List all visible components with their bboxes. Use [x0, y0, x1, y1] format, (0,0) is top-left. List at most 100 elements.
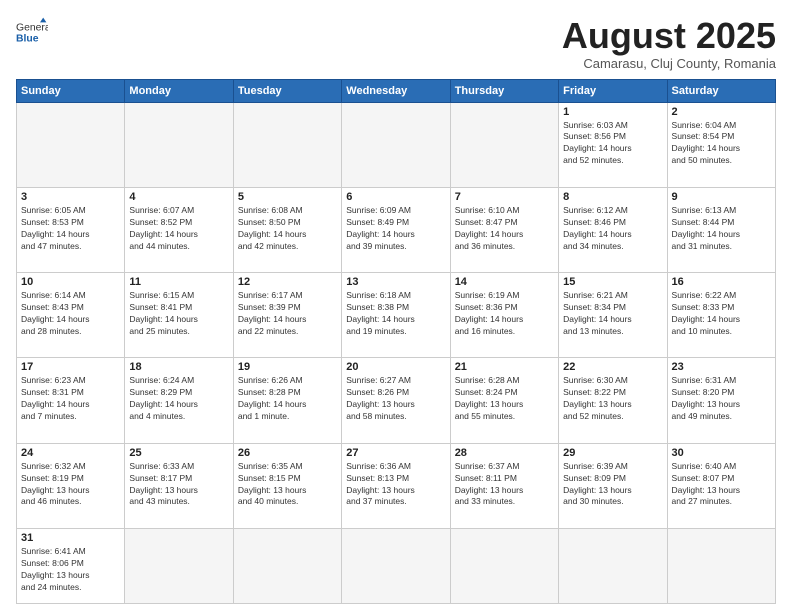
day-info: Sunrise: 6:39 AM Sunset: 8:09 PM Dayligh…	[563, 461, 662, 509]
calendar-cell: 29 Sunrise: 6:39 AM Sunset: 8:09 PM Dayli…	[559, 443, 667, 528]
day-number: 1	[563, 106, 662, 118]
day-info: Sunrise: 6:08 AM Sunset: 8:50 PM Dayligh…	[238, 205, 337, 253]
day-number: 26	[238, 447, 337, 459]
weekday-header-thursday: Thursday	[450, 79, 558, 102]
day-info: Sunrise: 6:31 AM Sunset: 8:20 PM Dayligh…	[672, 375, 771, 423]
calendar-week-3: 17Sunrise: 6:23 AM Sunset: 8:31 PM Dayli…	[17, 358, 776, 443]
calendar-cell: 30Sunrise: 6:40 AM Sunset: 8:07 PM Dayli…	[667, 443, 775, 528]
generalblue-logo-icon: General Blue	[16, 16, 48, 48]
calendar-cell: 11Sunrise: 6:15 AM Sunset: 8:41 PM Dayli…	[125, 273, 233, 358]
calendar-cell: 26 Sunrise: 6:35 AM Sunset: 8:15 PM Dayli…	[233, 443, 341, 528]
day-number: 12	[238, 276, 337, 288]
calendar-cell: 21 Sunrise: 6:28 AM Sunset: 8:24 PM Dayli…	[450, 358, 558, 443]
day-info: Sunrise: 6:32 AM Sunset: 8:19 PM Dayligh…	[21, 461, 120, 509]
calendar-cell: 17Sunrise: 6:23 AM Sunset: 8:31 PM Dayli…	[17, 358, 125, 443]
day-info: Sunrise: 6:03 AM Sunset: 8:56 PM Dayligh…	[563, 120, 662, 168]
calendar-cell: 5 Sunrise: 6:08 AM Sunset: 8:50 PM Daylig…	[233, 187, 341, 272]
day-number: 25	[129, 447, 228, 459]
weekday-header-friday: Friday	[559, 79, 667, 102]
day-info: Sunrise: 6:41 AM Sunset: 8:06 PM Dayligh…	[21, 546, 120, 594]
calendar-cell: 18 Sunrise: 6:24 AM Sunset: 8:29 PM Dayli…	[125, 358, 233, 443]
day-info: Sunrise: 6:36 AM Sunset: 8:13 PM Dayligh…	[346, 461, 445, 509]
calendar-cell: 23 Sunrise: 6:31 AM Sunset: 8:20 PM Dayli…	[667, 358, 775, 443]
day-number: 20	[346, 361, 445, 373]
day-number: 15	[563, 276, 662, 288]
calendar-cell: 13 Sunrise: 6:18 AM Sunset: 8:38 PM Dayli…	[342, 273, 450, 358]
calendar-cell: 28 Sunrise: 6:37 AM Sunset: 8:11 PM Dayli…	[450, 443, 558, 528]
day-number: 3	[21, 191, 120, 203]
calendar-cell: 3 Sunrise: 6:05 AM Sunset: 8:53 PM Daylig…	[17, 187, 125, 272]
calendar-week-2: 10Sunrise: 6:14 AM Sunset: 8:43 PM Dayli…	[17, 273, 776, 358]
logo: General Blue	[16, 16, 48, 48]
day-info: Sunrise: 6:07 AM Sunset: 8:52 PM Dayligh…	[129, 205, 228, 253]
calendar-cell: 1 Sunrise: 6:03 AM Sunset: 8:56 PM Daylig…	[559, 102, 667, 187]
day-number: 18	[129, 361, 228, 373]
month-title: August 2025	[562, 16, 776, 56]
day-info: Sunrise: 6:13 AM Sunset: 8:44 PM Dayligh…	[672, 205, 771, 253]
day-number: 9	[672, 191, 771, 203]
day-number: 13	[346, 276, 445, 288]
calendar-week-5: 31 Sunrise: 6:41 AM Sunset: 8:06 PM Dayli…	[17, 529, 776, 604]
day-number: 5	[238, 191, 337, 203]
calendar-cell: 15 Sunrise: 6:21 AM Sunset: 8:34 PM Dayli…	[559, 273, 667, 358]
calendar-cell	[450, 102, 558, 187]
day-number: 22	[563, 361, 662, 373]
calendar-cell	[450, 529, 558, 604]
calendar-cell: 6Sunrise: 6:09 AM Sunset: 8:49 PM Daylig…	[342, 187, 450, 272]
day-info: Sunrise: 6:14 AM Sunset: 8:43 PM Dayligh…	[21, 290, 120, 338]
day-info: Sunrise: 6:35 AM Sunset: 8:15 PM Dayligh…	[238, 461, 337, 509]
calendar-cell	[17, 102, 125, 187]
day-number: 23	[672, 361, 771, 373]
calendar-cell	[342, 529, 450, 604]
day-info: Sunrise: 6:26 AM Sunset: 8:28 PM Dayligh…	[238, 375, 337, 423]
day-number: 2	[672, 106, 771, 118]
header: General Blue August 2025 Camarasu, Cluj …	[16, 16, 776, 71]
calendar-cell	[667, 529, 775, 604]
day-info: Sunrise: 6:12 AM Sunset: 8:46 PM Dayligh…	[563, 205, 662, 253]
calendar-week-1: 3 Sunrise: 6:05 AM Sunset: 8:53 PM Daylig…	[17, 187, 776, 272]
day-info: Sunrise: 6:19 AM Sunset: 8:36 PM Dayligh…	[455, 290, 554, 338]
day-number: 28	[455, 447, 554, 459]
day-number: 19	[238, 361, 337, 373]
day-number: 30	[672, 447, 771, 459]
calendar-cell: 31 Sunrise: 6:41 AM Sunset: 8:06 PM Dayli…	[17, 529, 125, 604]
day-info: Sunrise: 6:18 AM Sunset: 8:38 PM Dayligh…	[346, 290, 445, 338]
calendar-cell: 2Sunrise: 6:04 AM Sunset: 8:54 PM Daylig…	[667, 102, 775, 187]
day-number: 24	[21, 447, 120, 459]
day-info: Sunrise: 6:21 AM Sunset: 8:34 PM Dayligh…	[563, 290, 662, 338]
day-info: Sunrise: 6:05 AM Sunset: 8:53 PM Dayligh…	[21, 205, 120, 253]
day-info: Sunrise: 6:37 AM Sunset: 8:11 PM Dayligh…	[455, 461, 554, 509]
svg-text:Blue: Blue	[16, 34, 39, 45]
weekday-header-wednesday: Wednesday	[342, 79, 450, 102]
day-info: Sunrise: 6:33 AM Sunset: 8:17 PM Dayligh…	[129, 461, 228, 509]
day-number: 21	[455, 361, 554, 373]
calendar-cell	[559, 529, 667, 604]
day-info: Sunrise: 6:24 AM Sunset: 8:29 PM Dayligh…	[129, 375, 228, 423]
calendar-cell: 8Sunrise: 6:12 AM Sunset: 8:46 PM Daylig…	[559, 187, 667, 272]
calendar-cell: 10Sunrise: 6:14 AM Sunset: 8:43 PM Dayli…	[17, 273, 125, 358]
calendar-cell: 19 Sunrise: 6:26 AM Sunset: 8:28 PM Dayli…	[233, 358, 341, 443]
day-number: 31	[21, 532, 120, 544]
calendar-cell: 9 Sunrise: 6:13 AM Sunset: 8:44 PM Daylig…	[667, 187, 775, 272]
day-number: 7	[455, 191, 554, 203]
calendar-cell: 4Sunrise: 6:07 AM Sunset: 8:52 PM Daylig…	[125, 187, 233, 272]
day-info: Sunrise: 6:28 AM Sunset: 8:24 PM Dayligh…	[455, 375, 554, 423]
day-number: 29	[563, 447, 662, 459]
page: General Blue August 2025 Camarasu, Cluj …	[0, 0, 792, 612]
calendar-cell: 25 Sunrise: 6:33 AM Sunset: 8:17 PM Dayli…	[125, 443, 233, 528]
day-number: 16	[672, 276, 771, 288]
calendar-cell: 27Sunrise: 6:36 AM Sunset: 8:13 PM Dayli…	[342, 443, 450, 528]
day-info: Sunrise: 6:27 AM Sunset: 8:26 PM Dayligh…	[346, 375, 445, 423]
calendar-cell	[125, 102, 233, 187]
weekday-header-tuesday: Tuesday	[233, 79, 341, 102]
weekday-header-sunday: Sunday	[17, 79, 125, 102]
calendar-cell	[125, 529, 233, 604]
calendar-table: SundayMondayTuesdayWednesdayThursdayFrid…	[16, 79, 776, 604]
calendar-cell: 20 Sunrise: 6:27 AM Sunset: 8:26 PM Dayli…	[342, 358, 450, 443]
calendar-cell	[233, 102, 341, 187]
day-number: 14	[455, 276, 554, 288]
calendar-cell: 14 Sunrise: 6:19 AM Sunset: 8:36 PM Dayli…	[450, 273, 558, 358]
weekday-header-saturday: Saturday	[667, 79, 775, 102]
day-info: Sunrise: 6:10 AM Sunset: 8:47 PM Dayligh…	[455, 205, 554, 253]
day-info: Sunrise: 6:17 AM Sunset: 8:39 PM Dayligh…	[238, 290, 337, 338]
